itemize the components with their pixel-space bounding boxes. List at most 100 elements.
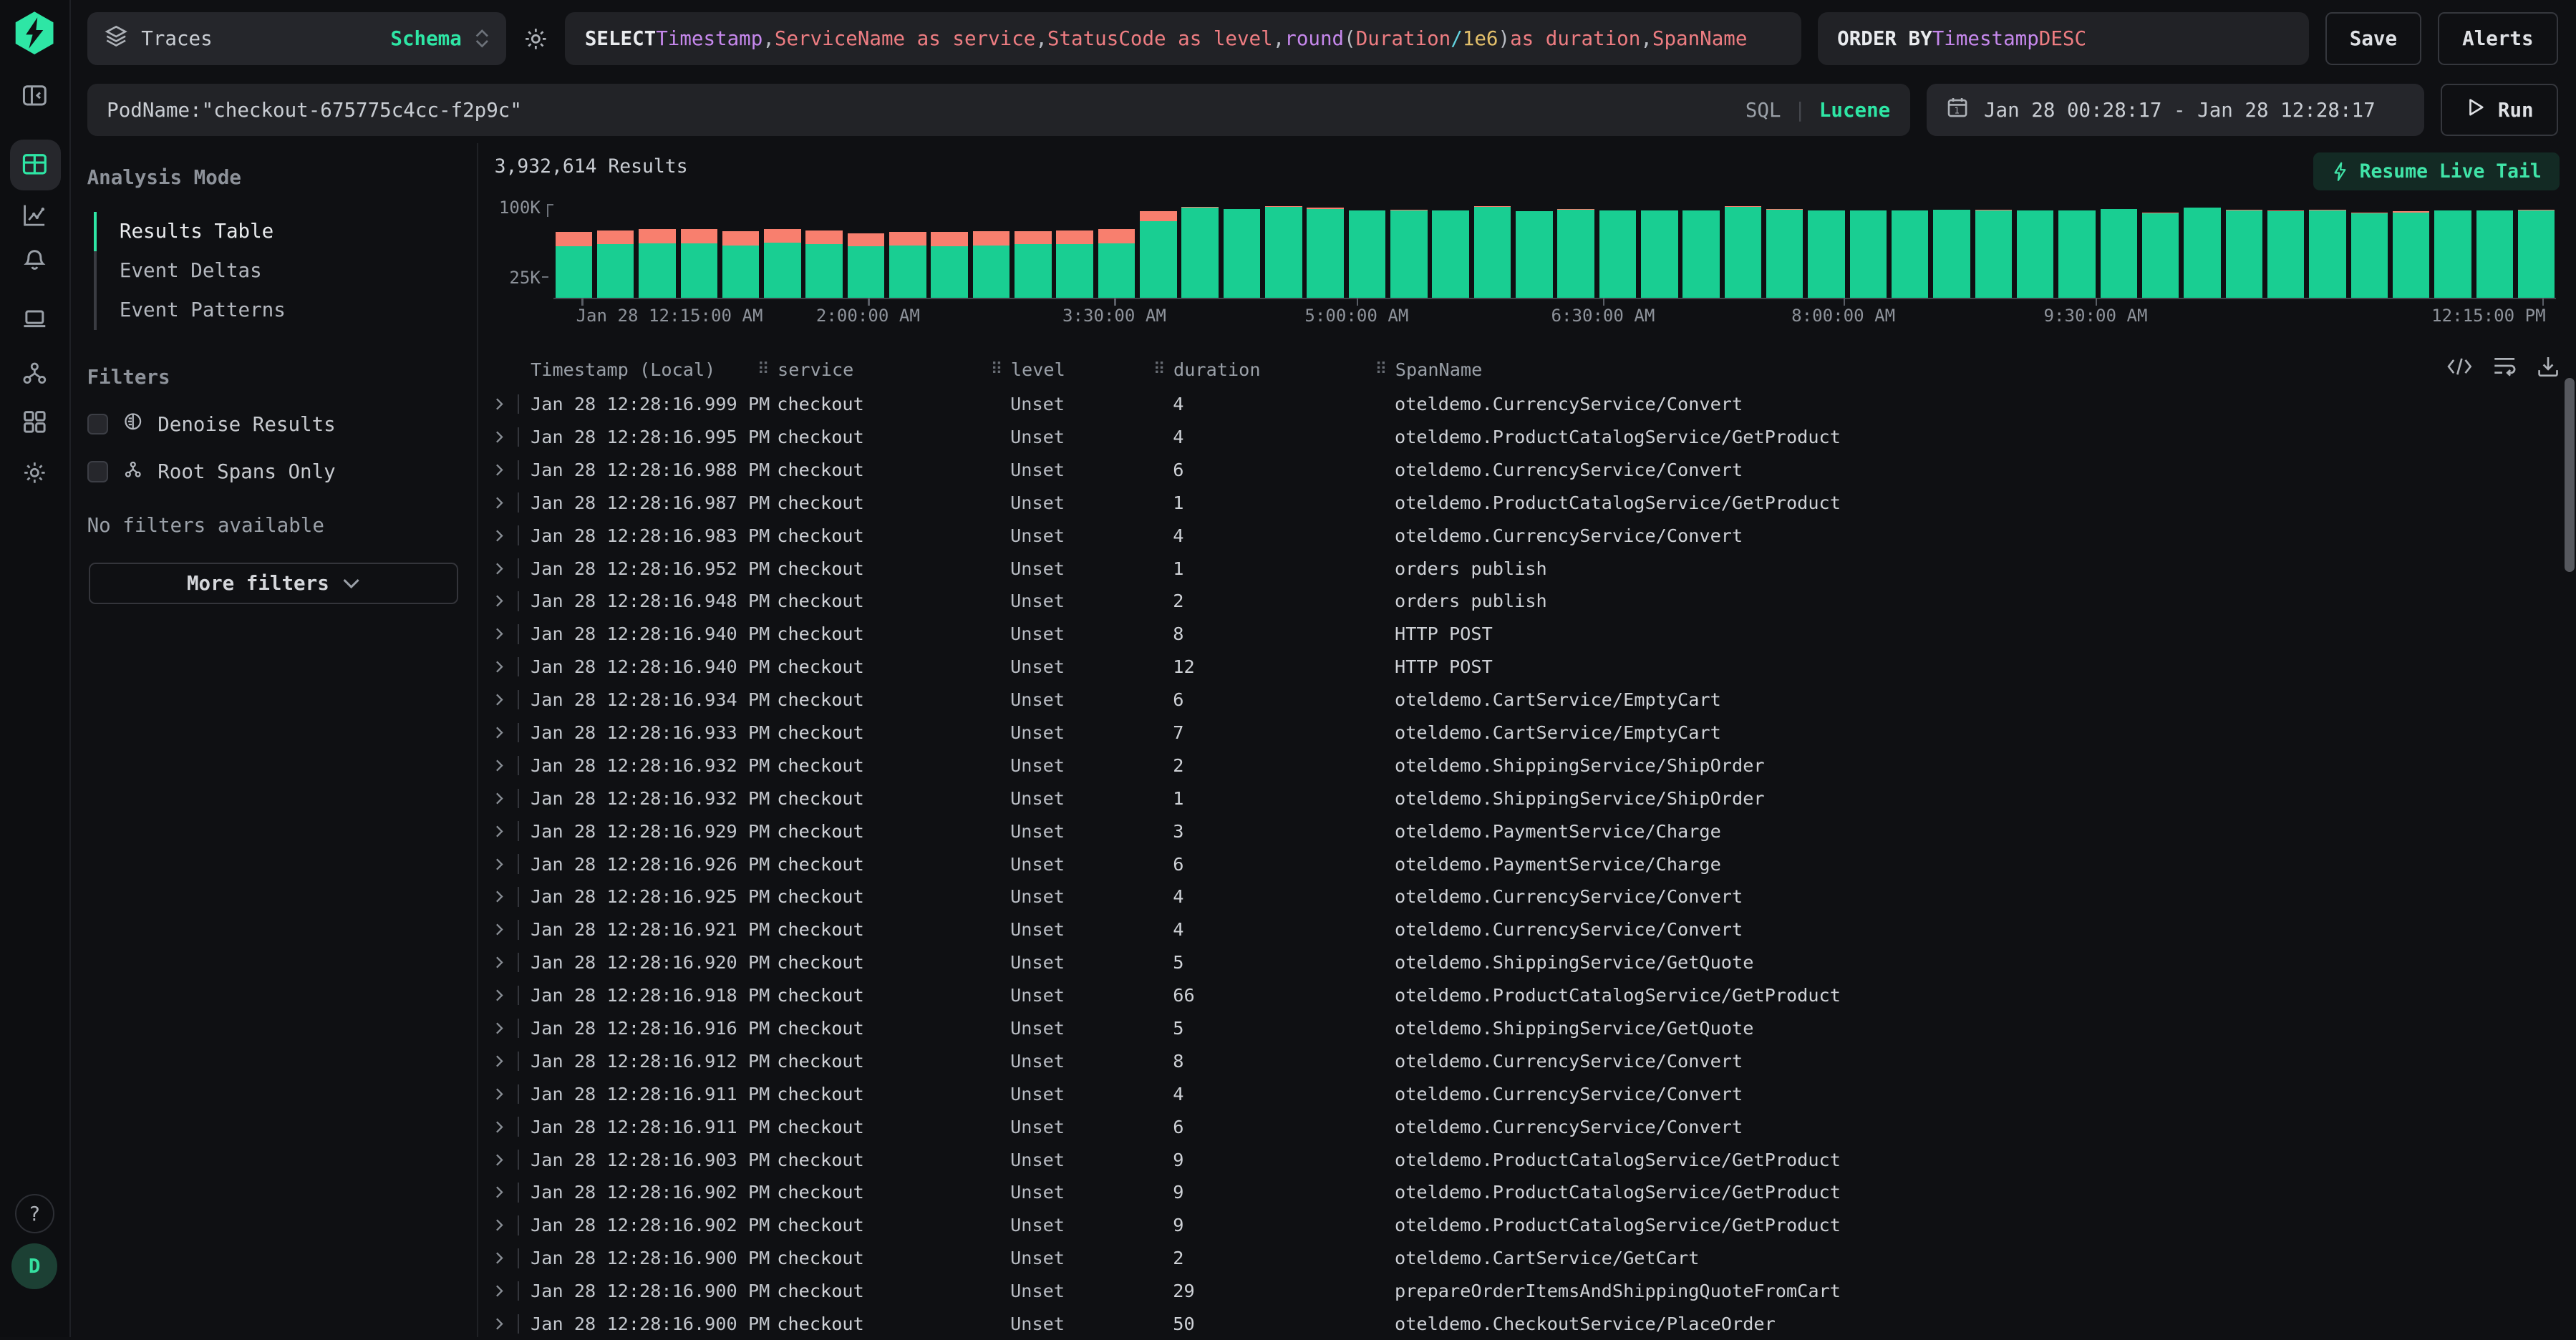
table-row[interactable]: Jan 28 12:28:16.921 PM checkout Unset 4 … bbox=[491, 913, 2576, 946]
nav-search-active[interactable] bbox=[10, 140, 61, 190]
source-settings-gear-icon[interactable] bbox=[523, 26, 549, 52]
chart-bar[interactable] bbox=[2058, 210, 2095, 298]
table-row[interactable]: Jan 28 12:28:16.916 PM checkout Unset 5 … bbox=[491, 1012, 2576, 1045]
settings-gear-icon[interactable] bbox=[21, 460, 48, 486]
chart-bar[interactable] bbox=[1682, 210, 1719, 298]
chart-bar[interactable] bbox=[2518, 210, 2555, 298]
chart-bar[interactable] bbox=[722, 231, 759, 298]
resume-live-tail-button[interactable]: Resume Live Tail bbox=[2313, 152, 2560, 190]
select-clause-editor[interactable]: SELECT Timestamp, ServiceName as service… bbox=[565, 12, 1801, 64]
table-row[interactable]: Jan 28 12:28:16.999 PM checkout Unset 4 … bbox=[491, 388, 2576, 421]
hyperdx-logo-icon[interactable] bbox=[11, 10, 57, 56]
order-by-editor[interactable]: ORDER BY Timestamp DESC bbox=[1818, 12, 2309, 64]
chart-bar[interactable] bbox=[805, 230, 842, 298]
chart-bar[interactable] bbox=[1140, 211, 1176, 297]
dashboards-icon[interactable] bbox=[21, 409, 48, 435]
table-row[interactable]: Jan 28 12:28:16.918 PM checkout Unset 66… bbox=[491, 979, 2576, 1012]
chart-bar[interactable] bbox=[1056, 230, 1093, 298]
services-map-icon[interactable] bbox=[21, 360, 48, 387]
denoise-results-toggle[interactable]: Denoise Results bbox=[87, 412, 460, 437]
more-filters-button[interactable]: More filters bbox=[89, 563, 459, 603]
table-row[interactable]: Jan 28 12:28:16.902 PM checkout Unset 9 … bbox=[491, 1209, 2576, 1242]
chevron-right-icon[interactable] bbox=[491, 560, 518, 577]
table-row[interactable]: Jan 28 12:28:16.911 PM checkout Unset 6 … bbox=[491, 1110, 2576, 1143]
table-row[interactable]: Jan 28 12:28:16.900 PM checkout Unset 50… bbox=[491, 1308, 2576, 1340]
chart-bar[interactable] bbox=[1850, 210, 1887, 298]
chevron-right-icon[interactable] bbox=[491, 462, 518, 478]
chevron-right-icon[interactable] bbox=[491, 921, 518, 938]
table-row[interactable]: Jan 28 12:28:16.920 PM checkout Unset 5 … bbox=[491, 946, 2576, 979]
chart-bar[interactable] bbox=[1766, 209, 1803, 298]
chart-bar[interactable] bbox=[1725, 206, 1761, 298]
table-row[interactable]: Jan 28 12:28:16.995 PM checkout Unset 4 … bbox=[491, 421, 2576, 454]
root-spans-checkbox[interactable] bbox=[87, 461, 109, 482]
chart-bar[interactable] bbox=[2142, 213, 2179, 298]
source-select[interactable]: Traces Schema bbox=[87, 12, 506, 64]
chart-bar[interactable] bbox=[597, 230, 634, 298]
chart-bar[interactable] bbox=[1181, 207, 1218, 298]
chart-bar[interactable] bbox=[931, 232, 967, 298]
chart-bar[interactable] bbox=[681, 229, 717, 297]
scrollbar-thumb[interactable] bbox=[2565, 378, 2575, 572]
alerts-bell-icon[interactable] bbox=[21, 245, 48, 271]
drag-grip-icon[interactable]: ⠿ bbox=[757, 360, 770, 379]
table-row[interactable]: Jan 28 12:28:16.988 PM checkout Unset 6 … bbox=[491, 453, 2576, 486]
chart-bar[interactable] bbox=[1224, 209, 1260, 298]
chart-bar[interactable] bbox=[1516, 211, 1552, 297]
collapse-sidebar-icon[interactable] bbox=[21, 82, 48, 109]
column-header-level[interactable]: ⠿level bbox=[991, 359, 1153, 380]
chart-bar[interactable] bbox=[973, 231, 1009, 298]
chart-bar[interactable] bbox=[1808, 210, 1844, 298]
chevron-right-icon[interactable] bbox=[491, 888, 518, 905]
chevron-right-icon[interactable] bbox=[491, 724, 518, 741]
chart-bar[interactable] bbox=[1265, 206, 1302, 298]
chart-bar[interactable] bbox=[1474, 206, 1511, 298]
chevron-right-icon[interactable] bbox=[491, 757, 518, 774]
save-button[interactable]: Save bbox=[2325, 12, 2421, 64]
table-row[interactable]: Jan 28 12:28:16.902 PM checkout Unset 9 … bbox=[491, 1176, 2576, 1209]
table-row[interactable]: Jan 28 12:28:16.903 PM checkout Unset 9 … bbox=[491, 1143, 2576, 1176]
chevron-right-icon[interactable] bbox=[491, 593, 518, 609]
chevron-right-icon[interactable] bbox=[491, 1119, 518, 1135]
chart-bar[interactable] bbox=[2434, 210, 2471, 298]
table-row[interactable]: Jan 28 12:28:16.911 PM checkout Unset 4 … bbox=[491, 1077, 2576, 1110]
table-row[interactable]: Jan 28 12:28:16.934 PM checkout Unset 6 … bbox=[491, 684, 2576, 717]
table-row[interactable]: Jan 28 12:28:16.926 PM checkout Unset 6 … bbox=[491, 848, 2576, 880]
chart-bar[interactable] bbox=[889, 232, 926, 298]
table-row[interactable]: Jan 28 12:28:16.932 PM checkout Unset 2 … bbox=[491, 749, 2576, 782]
client-sessions-icon[interactable] bbox=[21, 306, 48, 332]
chart-explorer-icon[interactable] bbox=[21, 202, 48, 228]
chart-bar[interactable] bbox=[1390, 210, 1427, 298]
root-spans-toggle[interactable]: Root Spans Only bbox=[87, 460, 460, 485]
chevron-right-icon[interactable] bbox=[491, 495, 518, 511]
chart-bar[interactable] bbox=[1307, 208, 1343, 298]
mode-event-deltas[interactable]: Event Deltas bbox=[94, 251, 460, 291]
column-header-spanname[interactable]: ⠿SpanName bbox=[1375, 359, 2556, 380]
chevron-right-icon[interactable] bbox=[491, 691, 518, 708]
chart-bar[interactable] bbox=[2101, 209, 2137, 298]
schema-link[interactable]: Schema bbox=[390, 27, 461, 50]
chevron-right-icon[interactable] bbox=[491, 1152, 518, 1168]
table-row[interactable]: Jan 28 12:28:16.983 PM checkout Unset 4 … bbox=[491, 519, 2576, 552]
lucene-mode-toggle[interactable]: Lucene bbox=[1819, 99, 1890, 122]
run-button[interactable]: Run bbox=[2441, 84, 2558, 136]
chart-bar[interactable] bbox=[2267, 210, 2304, 298]
table-row[interactable]: Jan 28 12:28:16.912 PM checkout Unset 8 … bbox=[491, 1044, 2576, 1077]
search-input[interactable]: PodName:"checkout-675775c4cc-f2p9c" SQL … bbox=[87, 84, 1910, 136]
user-avatar[interactable]: D bbox=[11, 1243, 57, 1289]
chart-bar[interactable] bbox=[2393, 211, 2429, 297]
chart-bar[interactable] bbox=[556, 232, 592, 298]
table-row[interactable]: Jan 28 12:28:16.933 PM checkout Unset 7 … bbox=[491, 717, 2576, 749]
table-row[interactable]: Jan 28 12:28:16.940 PM checkout Unset 12… bbox=[491, 651, 2576, 684]
chart-bar[interactable] bbox=[2309, 210, 2345, 298]
help-button[interactable]: ? bbox=[15, 1194, 54, 1233]
chevron-right-icon[interactable] bbox=[491, 429, 518, 445]
chevron-right-icon[interactable] bbox=[491, 856, 518, 873]
column-header-timestamp[interactable]: Timestamp (Local) bbox=[531, 359, 777, 380]
chart-bar[interactable] bbox=[1349, 210, 1385, 298]
chevron-right-icon[interactable] bbox=[491, 528, 518, 544]
column-header-service[interactable]: ⠿service bbox=[757, 359, 991, 380]
table-row[interactable]: Jan 28 12:28:16.900 PM checkout Unset 29… bbox=[491, 1275, 2576, 1308]
chevron-right-icon[interactable] bbox=[491, 1020, 518, 1036]
drag-grip-icon[interactable]: ⠿ bbox=[991, 360, 1003, 379]
